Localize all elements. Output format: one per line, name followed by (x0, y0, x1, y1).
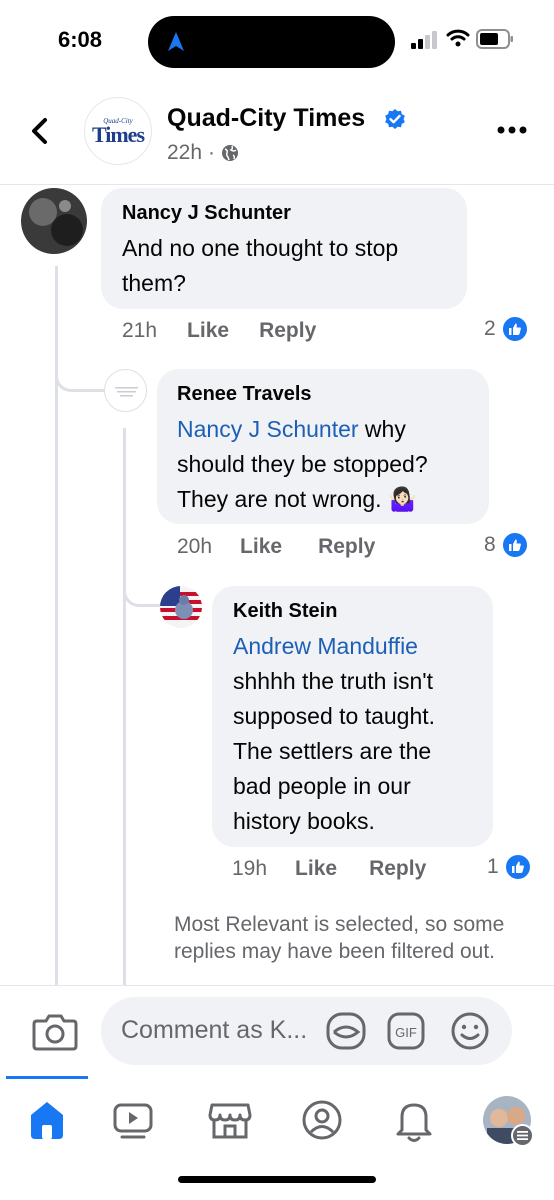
thumbs-up-icon (508, 539, 521, 551)
thumbs-up-icon (508, 323, 521, 335)
like-count: 2 (484, 317, 496, 340)
active-tab-indicator (6, 1076, 88, 1079)
avatar[interactable] (104, 369, 147, 412)
like-button[interactable]: Like (187, 319, 229, 343)
dynamic-island (148, 16, 395, 68)
comment-placeholder: Comment as K... (121, 1016, 308, 1044)
comment-time: 21h (122, 319, 158, 342)
reaction-count[interactable]: 2 (484, 315, 529, 343)
navigation-arrow-icon (168, 32, 184, 51)
reaction-count[interactable]: 8 (484, 531, 529, 559)
menu-icon[interactable] (511, 1124, 534, 1147)
comment-bubble: Nancy J Schunter And no one thought to s… (101, 188, 467, 309)
reply-button[interactable]: Reply (318, 535, 375, 559)
comment-text: And no one thought to stop them? (122, 235, 399, 296)
comment-time: 20h (177, 535, 213, 558)
notifications-bell-icon[interactable] (394, 1099, 434, 1143)
like-badge (500, 315, 529, 343)
comment-body: shhhh the truth isn't supposed to taught… (233, 668, 436, 834)
comment-time: 19h (232, 857, 268, 880)
post-age: 22h (167, 141, 203, 164)
like-badge (503, 853, 532, 881)
comment-mention[interactable]: Nancy J Schunter (177, 416, 359, 442)
page-name[interactable]: Quad-City Times (167, 104, 365, 133)
avatar[interactable] (160, 586, 202, 628)
reaction-count[interactable]: 1 (487, 853, 532, 881)
cellular-signal-icon (411, 31, 437, 49)
comment-author[interactable]: Nancy J Schunter (122, 202, 447, 225)
status-time: 6:08 (58, 27, 103, 52)
gif-label: GIF (395, 1025, 417, 1040)
post-meta: 22h · (167, 141, 239, 165)
page-logo[interactable]: Quad-City Times (84, 97, 152, 165)
comment-actions: 19h Like Reply (232, 857, 426, 881)
reply-button[interactable]: Reply (369, 857, 426, 881)
globe-icon (222, 145, 239, 161)
comment-mention[interactable]: Andrew Manduffie (233, 629, 473, 664)
logo-big-text: Times (91, 121, 145, 147)
composer-divider (0, 985, 554, 986)
comment-actions: 21h Like Reply (122, 319, 316, 343)
thread-connector-1 (55, 362, 107, 392)
video-icon[interactable] (112, 1099, 154, 1141)
comment-author[interactable]: Keith Stein (233, 600, 473, 623)
comment-actions: 20h Like Reply (177, 535, 375, 559)
gif-icon[interactable]: GIF (387, 1012, 425, 1050)
like-button[interactable]: Like (295, 857, 337, 881)
comment-text: Nancy J Schunter why should they be stop… (177, 412, 469, 517)
thumbs-up-icon (511, 861, 524, 873)
meta-separator: · (208, 141, 216, 164)
like-count: 1 (487, 855, 499, 878)
emoji-icon[interactable] (450, 1011, 490, 1051)
sticker-icon[interactable] (326, 1012, 366, 1050)
wifi-icon (446, 29, 470, 47)
reply-button[interactable]: Reply (259, 319, 316, 343)
reply-bubble: Renee Travels Nancy J Schunter why shoul… (157, 369, 489, 524)
header-divider (0, 184, 554, 185)
more-options-icon[interactable] (497, 126, 527, 134)
filter-notice: Most Relevant is selected, so some repli… (174, 913, 505, 963)
like-badge (500, 531, 529, 559)
battery-icon (476, 29, 513, 49)
back-chevron-icon[interactable] (26, 116, 56, 146)
thread-connector-2 (123, 575, 160, 607)
home-indicator (178, 1176, 376, 1183)
verified-badge-icon (385, 109, 405, 129)
reply-bubble: Keith Stein Andrew Manduffie shhhh the t… (212, 586, 493, 847)
avatar[interactable] (21, 188, 87, 254)
marketplace-icon[interactable] (208, 1099, 252, 1141)
like-button[interactable]: Like (240, 535, 282, 559)
like-count: 8 (484, 533, 496, 556)
home-icon[interactable] (27, 1099, 67, 1141)
thread-line-inner (123, 428, 126, 986)
comment-author[interactable]: Renee Travels (177, 383, 469, 406)
profile-icon[interactable] (301, 1099, 343, 1141)
camera-icon[interactable] (32, 1011, 78, 1051)
comment-input[interactable]: Comment as K... GIF (101, 997, 512, 1065)
